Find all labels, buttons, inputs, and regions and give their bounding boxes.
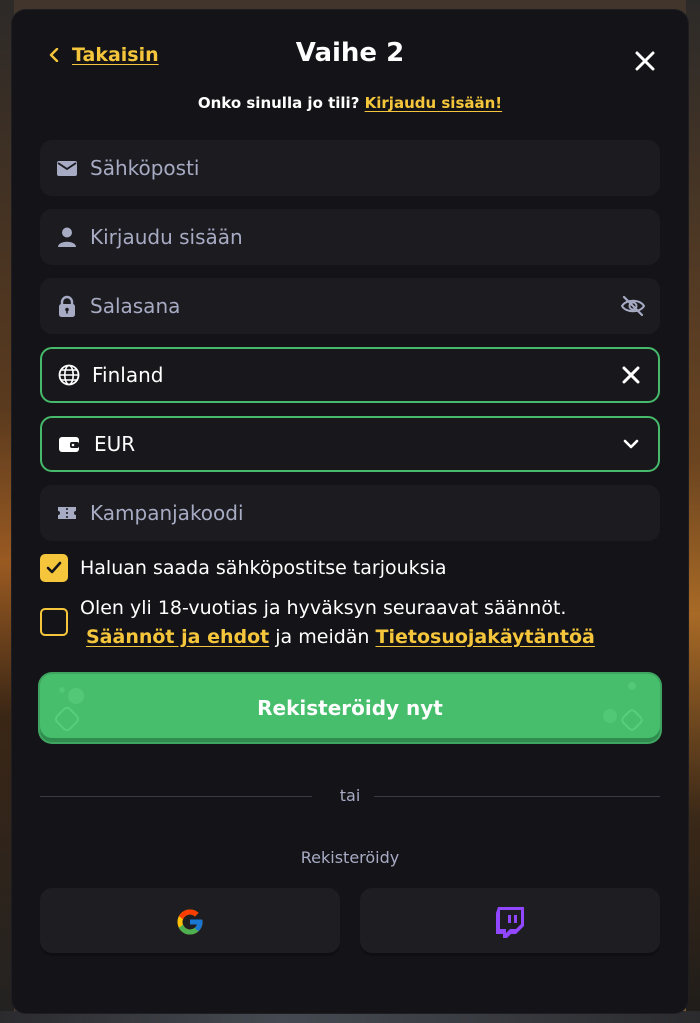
promo-code-field[interactable]: Kampanjakoodi [40, 485, 660, 541]
button-decoration-right [603, 682, 643, 731]
close-icon[interactable] [632, 48, 658, 74]
button-decoration-left [54, 687, 84, 732]
email-placeholder: Sähköposti [90, 156, 200, 180]
username-field[interactable]: Kirjaudu sisään [40, 209, 660, 265]
register-button[interactable]: Rekisteröidy nyt [40, 674, 660, 742]
country-select[interactable]: Finland [40, 347, 660, 403]
email-field[interactable]: Sähköposti [40, 140, 660, 196]
registration-modal: Takaisin Vaihe 2 Onko sinulla jo tili? K… [12, 10, 688, 1013]
eye-off-icon[interactable] [620, 293, 646, 319]
envelope-icon [57, 161, 77, 176]
currency-value: EUR [94, 432, 136, 456]
clear-icon[interactable] [618, 362, 644, 388]
twitch-register-button[interactable] [360, 888, 660, 956]
offers-checkbox[interactable] [40, 554, 68, 582]
background-art-right [686, 0, 700, 1023]
social-register-label: Rekisteröidy [300, 848, 400, 867]
currency-select[interactable]: EUR [40, 416, 660, 472]
login-prompt-text: Onko sinulla jo tili? [197, 94, 360, 112]
offers-consent-row: Haluan saada sähköpostitse tarjouksia [40, 554, 447, 583]
globe-icon [58, 364, 80, 386]
login-link[interactable]: Kirjaudu sisään! [365, 94, 503, 112]
password-field[interactable]: Salasana [40, 278, 660, 334]
register-button-label: Rekisteröidy nyt [257, 696, 443, 720]
age-terms-checkbox[interactable] [40, 608, 68, 636]
ticket-icon [58, 507, 76, 519]
chevron-down-icon[interactable] [618, 431, 644, 457]
user-icon [58, 227, 76, 247]
or-divider: tai [40, 784, 660, 808]
and-text: ja meidän [275, 626, 370, 648]
google-icon [177, 909, 203, 935]
login-prompt: Onko sinulla jo tili? Kirjaudu sisään! [12, 94, 688, 112]
divider-line-right [374, 796, 660, 797]
lock-icon [59, 295, 75, 317]
country-value: Finland [92, 363, 164, 387]
modal-header: Takaisin Vaihe 2 [12, 10, 688, 100]
terms-link[interactable]: Säännöt ja ehdot [86, 626, 269, 648]
age-consent-label: Olen yli 18-vuotias ja hyväksyn seuraava… [80, 594, 595, 652]
password-placeholder: Salasana [90, 294, 181, 318]
google-register-button[interactable] [40, 888, 340, 956]
age-consent-row: Olen yli 18-vuotias ja hyväksyn seuraava… [40, 594, 595, 652]
privacy-policy-link[interactable]: Tietosuojakäytäntöä [376, 626, 595, 648]
modal-title: Vaihe 2 [295, 38, 405, 68]
twitch-icon [496, 907, 524, 938]
checkmark-icon [46, 561, 62, 574]
username-placeholder: Kirjaudu sisään [90, 225, 243, 249]
age-consent-text: Olen yli 18-vuotias ja hyväksyn seuraava… [80, 597, 567, 619]
offers-consent-label: Haluan saada sähköpostitse tarjouksia [80, 557, 447, 579]
promo-code-placeholder: Kampanjakoodi [90, 501, 244, 525]
wallet-icon [59, 437, 79, 452]
